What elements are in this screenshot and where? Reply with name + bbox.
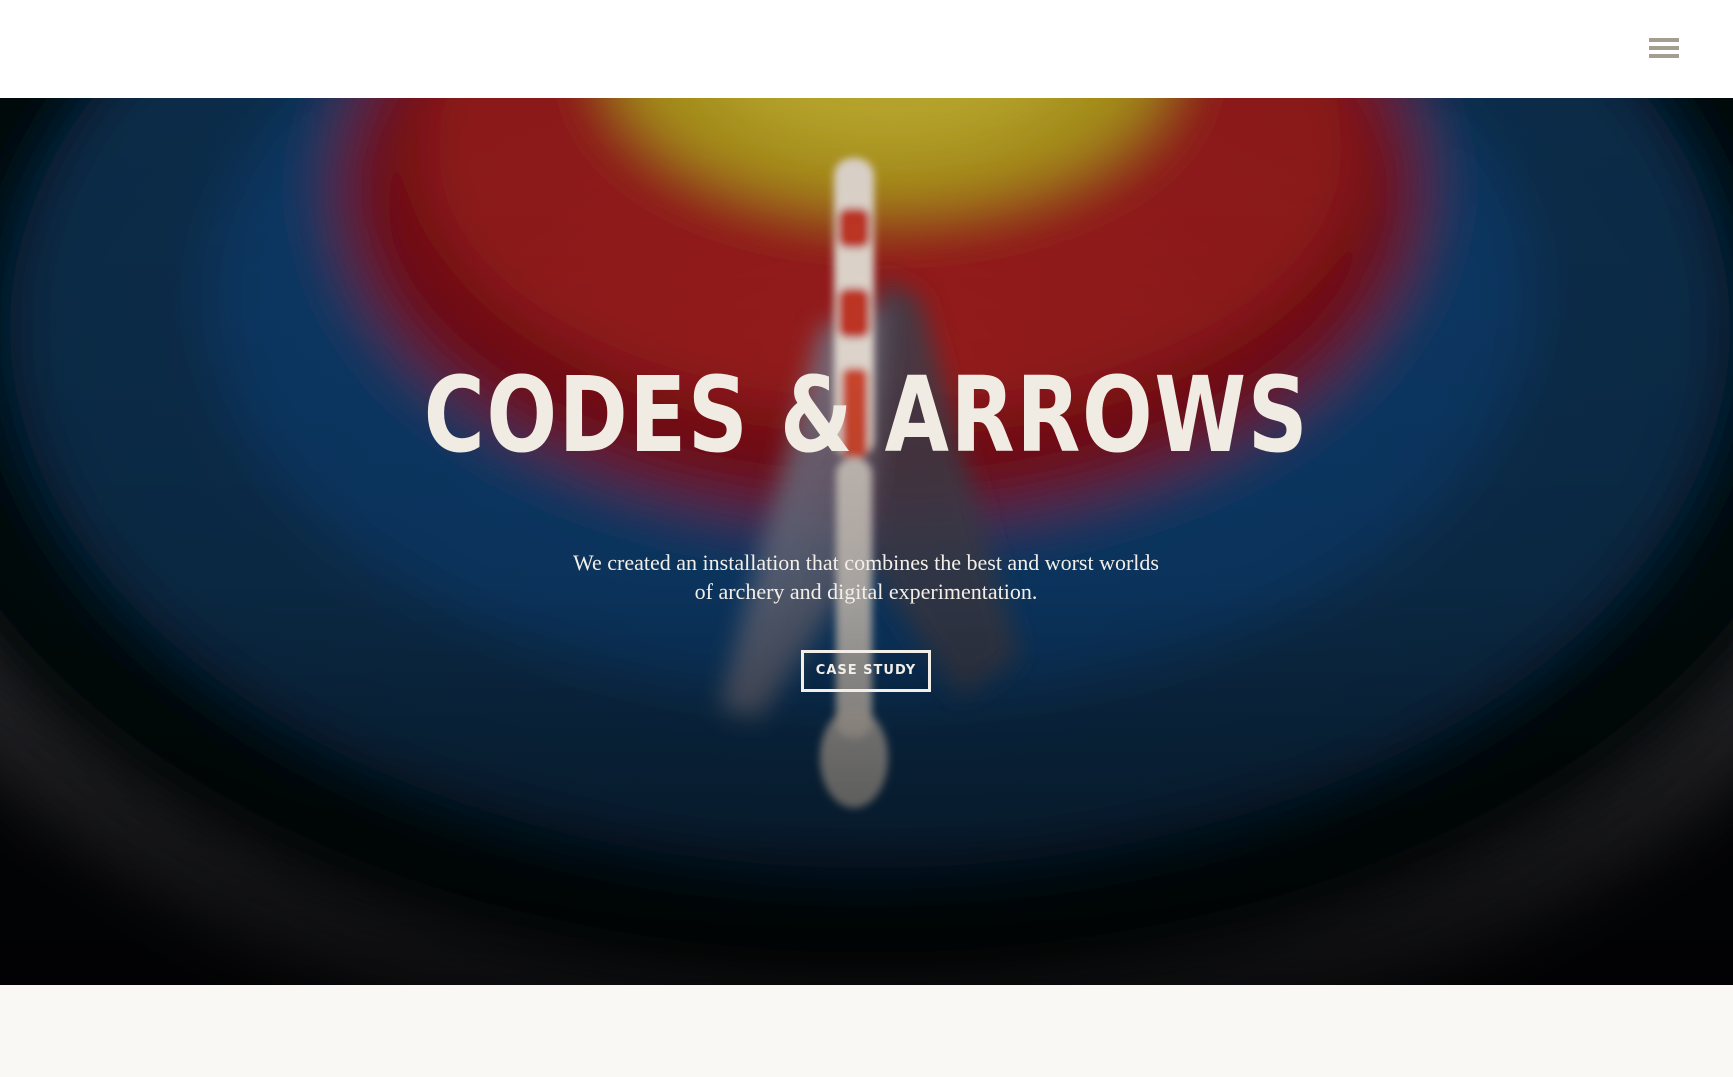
hamburger-menu-icon[interactable] — [1649, 38, 1679, 60]
hero-description: We created an installation that combines… — [573, 550, 1159, 604]
hero-title: CODES & ARROWS — [423, 354, 1310, 476]
case-study-button[interactable]: CASE STUDY — [801, 650, 931, 692]
menu-line — [1649, 46, 1679, 50]
top-header-bar — [0, 0, 1733, 98]
menu-line — [1649, 54, 1679, 58]
hero-section: CODES & ARROWS We created an installatio… — [0, 98, 1733, 985]
content-section-start — [0, 985, 1733, 1077]
page: CODES & ARROWS We created an installatio… — [0, 0, 1733, 1077]
menu-line — [1649, 38, 1679, 42]
hero-content: CODES & ARROWS We created an installatio… — [0, 98, 1733, 985]
